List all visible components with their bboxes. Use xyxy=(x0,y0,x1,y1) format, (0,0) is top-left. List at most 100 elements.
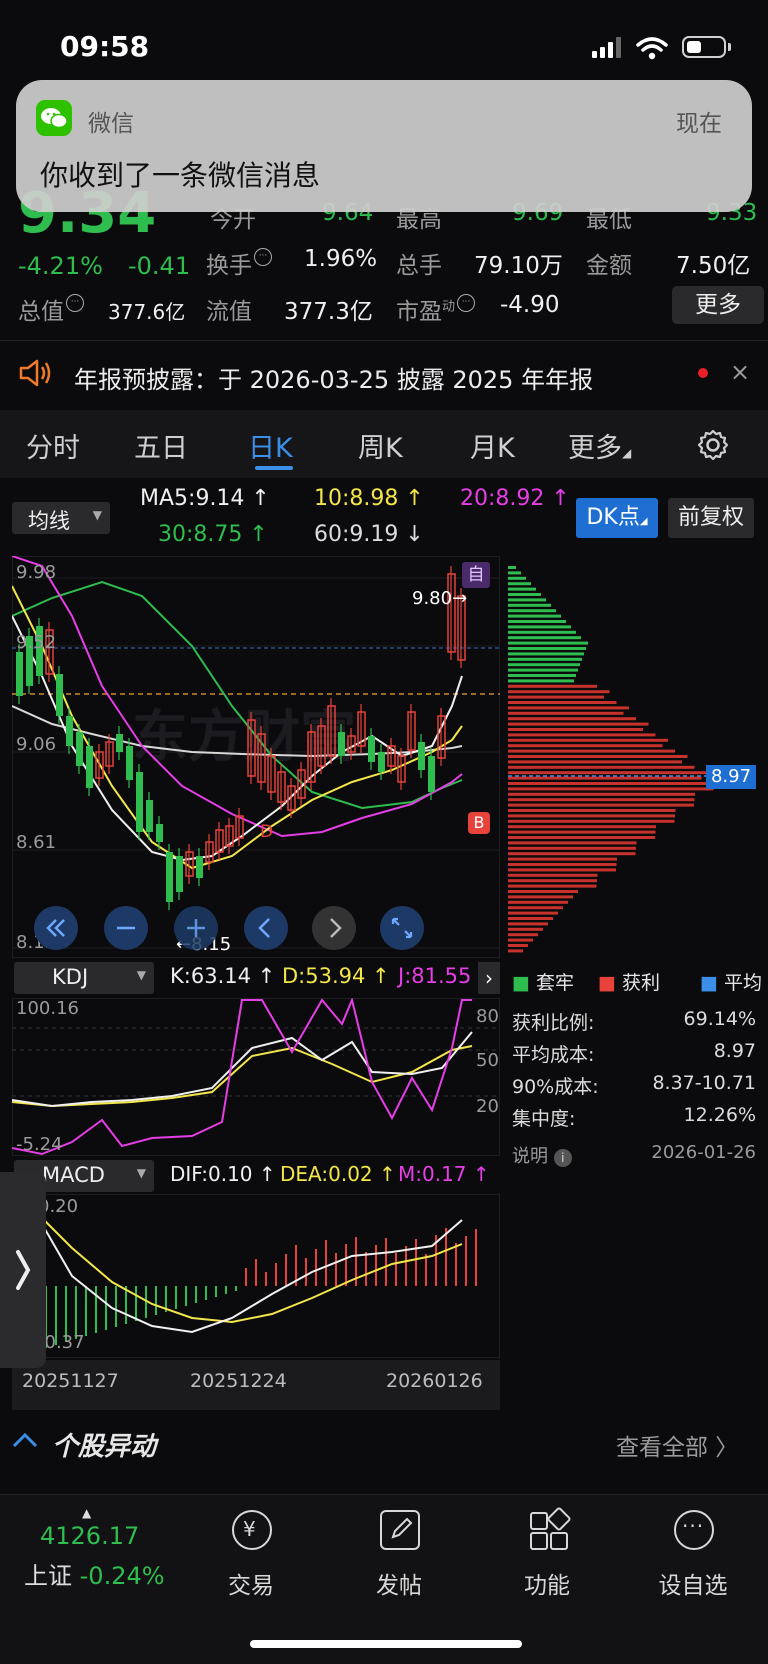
nav-post[interactable]: 发帖 xyxy=(344,1566,454,1600)
chip-bar xyxy=(508,603,551,607)
zoom-in-button[interactable] xyxy=(174,906,218,950)
info-icon[interactable]: ··· xyxy=(66,294,84,312)
chip-bar xyxy=(508,814,675,818)
settings-gear-icon[interactable] xyxy=(696,428,730,462)
dropdown-icon: ▼ xyxy=(136,1166,146,1180)
candle xyxy=(66,716,73,746)
chip-bar xyxy=(508,571,521,575)
index-quote[interactable]: 上证 -0.24% xyxy=(24,1556,165,1591)
chip-bar xyxy=(508,765,695,769)
caret-icon: ◢ xyxy=(639,516,648,527)
battery-icon xyxy=(682,36,726,58)
chip-bar xyxy=(508,884,597,888)
self-select-tag[interactable]: 自 xyxy=(462,562,490,588)
dropdown-icon: ▼ xyxy=(136,968,146,982)
chip-bar xyxy=(508,776,702,780)
info-icon[interactable]: ··· xyxy=(457,294,476,312)
candle xyxy=(166,852,173,902)
candle xyxy=(16,652,23,696)
tab-five-day[interactable]: 五日 xyxy=(134,426,188,465)
dk-point-button[interactable]: DK点◢ xyxy=(576,498,658,538)
tab-more[interactable]: 更多◢ xyxy=(568,426,631,465)
legend-average: ■ 平均 xyxy=(700,972,763,994)
nav-watchlist[interactable]: 设自选 xyxy=(638,1566,748,1600)
zoom-out-button[interactable] xyxy=(104,906,148,950)
indicator-select-ma[interactable]: 均线 ▼ xyxy=(12,502,110,534)
kdj-chart xyxy=(12,998,500,1156)
profit-ratio-value: 69.14% xyxy=(683,1008,756,1030)
chevron-right-icon[interactable]: › xyxy=(478,962,500,994)
x-axis-label: 20260126 xyxy=(386,1370,483,1392)
chip-bar xyxy=(508,701,617,704)
chip-bar xyxy=(508,825,656,829)
chip-bar xyxy=(508,803,694,807)
candle xyxy=(196,856,203,878)
info-icon[interactable]: ··· xyxy=(254,248,272,266)
chip-bar xyxy=(508,630,576,634)
ma5-value: MA5:9.14 ↑ xyxy=(140,486,270,511)
chip-bar xyxy=(508,722,649,726)
candle xyxy=(156,824,163,842)
wifi-icon xyxy=(636,37,668,60)
kdj-k-value: K:63.14 ↑ xyxy=(170,964,276,988)
chip-bar xyxy=(508,668,578,672)
turnover-value: 1.96% xyxy=(304,246,378,272)
view-all-link[interactable]: 查看全部 〉 xyxy=(616,1428,738,1462)
volume-value: 79.10万 xyxy=(474,253,563,279)
notification-message: 你收到了一条微信消息 xyxy=(40,159,321,192)
scroll-right-button[interactable] xyxy=(312,906,356,950)
watermark: 东方财富 xyxy=(132,705,356,770)
chip-bar xyxy=(508,868,616,872)
nav-functions[interactable]: 功能 xyxy=(492,1566,602,1600)
home-indicator xyxy=(250,1640,522,1648)
chip-bar xyxy=(508,690,610,694)
ma30-line xyxy=(12,580,463,810)
chip-bar xyxy=(508,609,556,613)
chip-bar xyxy=(508,852,636,856)
rewind-button[interactable] xyxy=(34,906,78,950)
candle xyxy=(126,746,133,780)
candle xyxy=(176,856,183,892)
indicator-select-kdj[interactable]: KDJ ▼ xyxy=(14,962,154,994)
pe-value: -4.90 xyxy=(500,292,560,318)
tab-monthly-k[interactable]: 月K xyxy=(470,426,515,465)
index-value[interactable]: 4126.17 xyxy=(40,1522,139,1550)
fullscreen-button[interactable] xyxy=(380,906,424,950)
tab-intraday[interactable]: 分时 xyxy=(26,426,80,465)
chip-bar xyxy=(508,782,714,785)
chip-bar xyxy=(508,944,528,947)
caret-down-icon: ◢ xyxy=(622,446,632,460)
nav-trade[interactable]: 交易 xyxy=(196,1566,306,1600)
high-marker: 9.80→ xyxy=(412,588,468,609)
more-button[interactable]: 更多 xyxy=(672,286,764,324)
macd-m-value: M:0.17 ↑ xyxy=(398,1162,490,1186)
kline-chart[interactable]: 东方财富 xyxy=(12,556,500,958)
wechat-notification[interactable]: 微信 现在 你收到了一条微信消息 xyxy=(16,80,752,212)
chip-bar xyxy=(508,636,581,640)
chevron-left-icon xyxy=(258,918,270,938)
battery-nub xyxy=(728,43,731,51)
profit-ratio-label: 获利比例: xyxy=(512,1012,595,1034)
chip-bar xyxy=(508,927,543,931)
tab-weekly-k[interactable]: 周K xyxy=(358,426,403,465)
chip-bar xyxy=(508,787,714,791)
stock-moves-title: 个股异动 xyxy=(52,1432,157,1462)
kdj-level: 50 xyxy=(476,1050,499,1071)
chevron-up-icon xyxy=(12,1432,38,1448)
x-axis-label: 20251224 xyxy=(190,1370,287,1392)
candle xyxy=(428,756,435,792)
chip-note-link[interactable]: 说明 i xyxy=(512,1142,572,1168)
adjustment-button[interactable]: 前复权 xyxy=(668,498,754,538)
tab-daily-k[interactable]: 日K xyxy=(248,426,293,465)
chip-bar xyxy=(508,911,558,915)
scroll-left-button[interactable] xyxy=(244,906,288,950)
chip-bar xyxy=(508,684,597,688)
mcap-value: 377.6亿 xyxy=(108,300,186,324)
post-icon xyxy=(380,1510,420,1550)
chip-bar xyxy=(508,841,637,845)
chip-date: 2026-01-26 xyxy=(651,1142,756,1163)
y-tick: 9.06 xyxy=(16,734,57,755)
x-axis-label: 20251127 xyxy=(22,1370,119,1392)
close-icon[interactable]: × xyxy=(730,358,750,386)
side-expand-tab[interactable] xyxy=(0,1172,46,1368)
